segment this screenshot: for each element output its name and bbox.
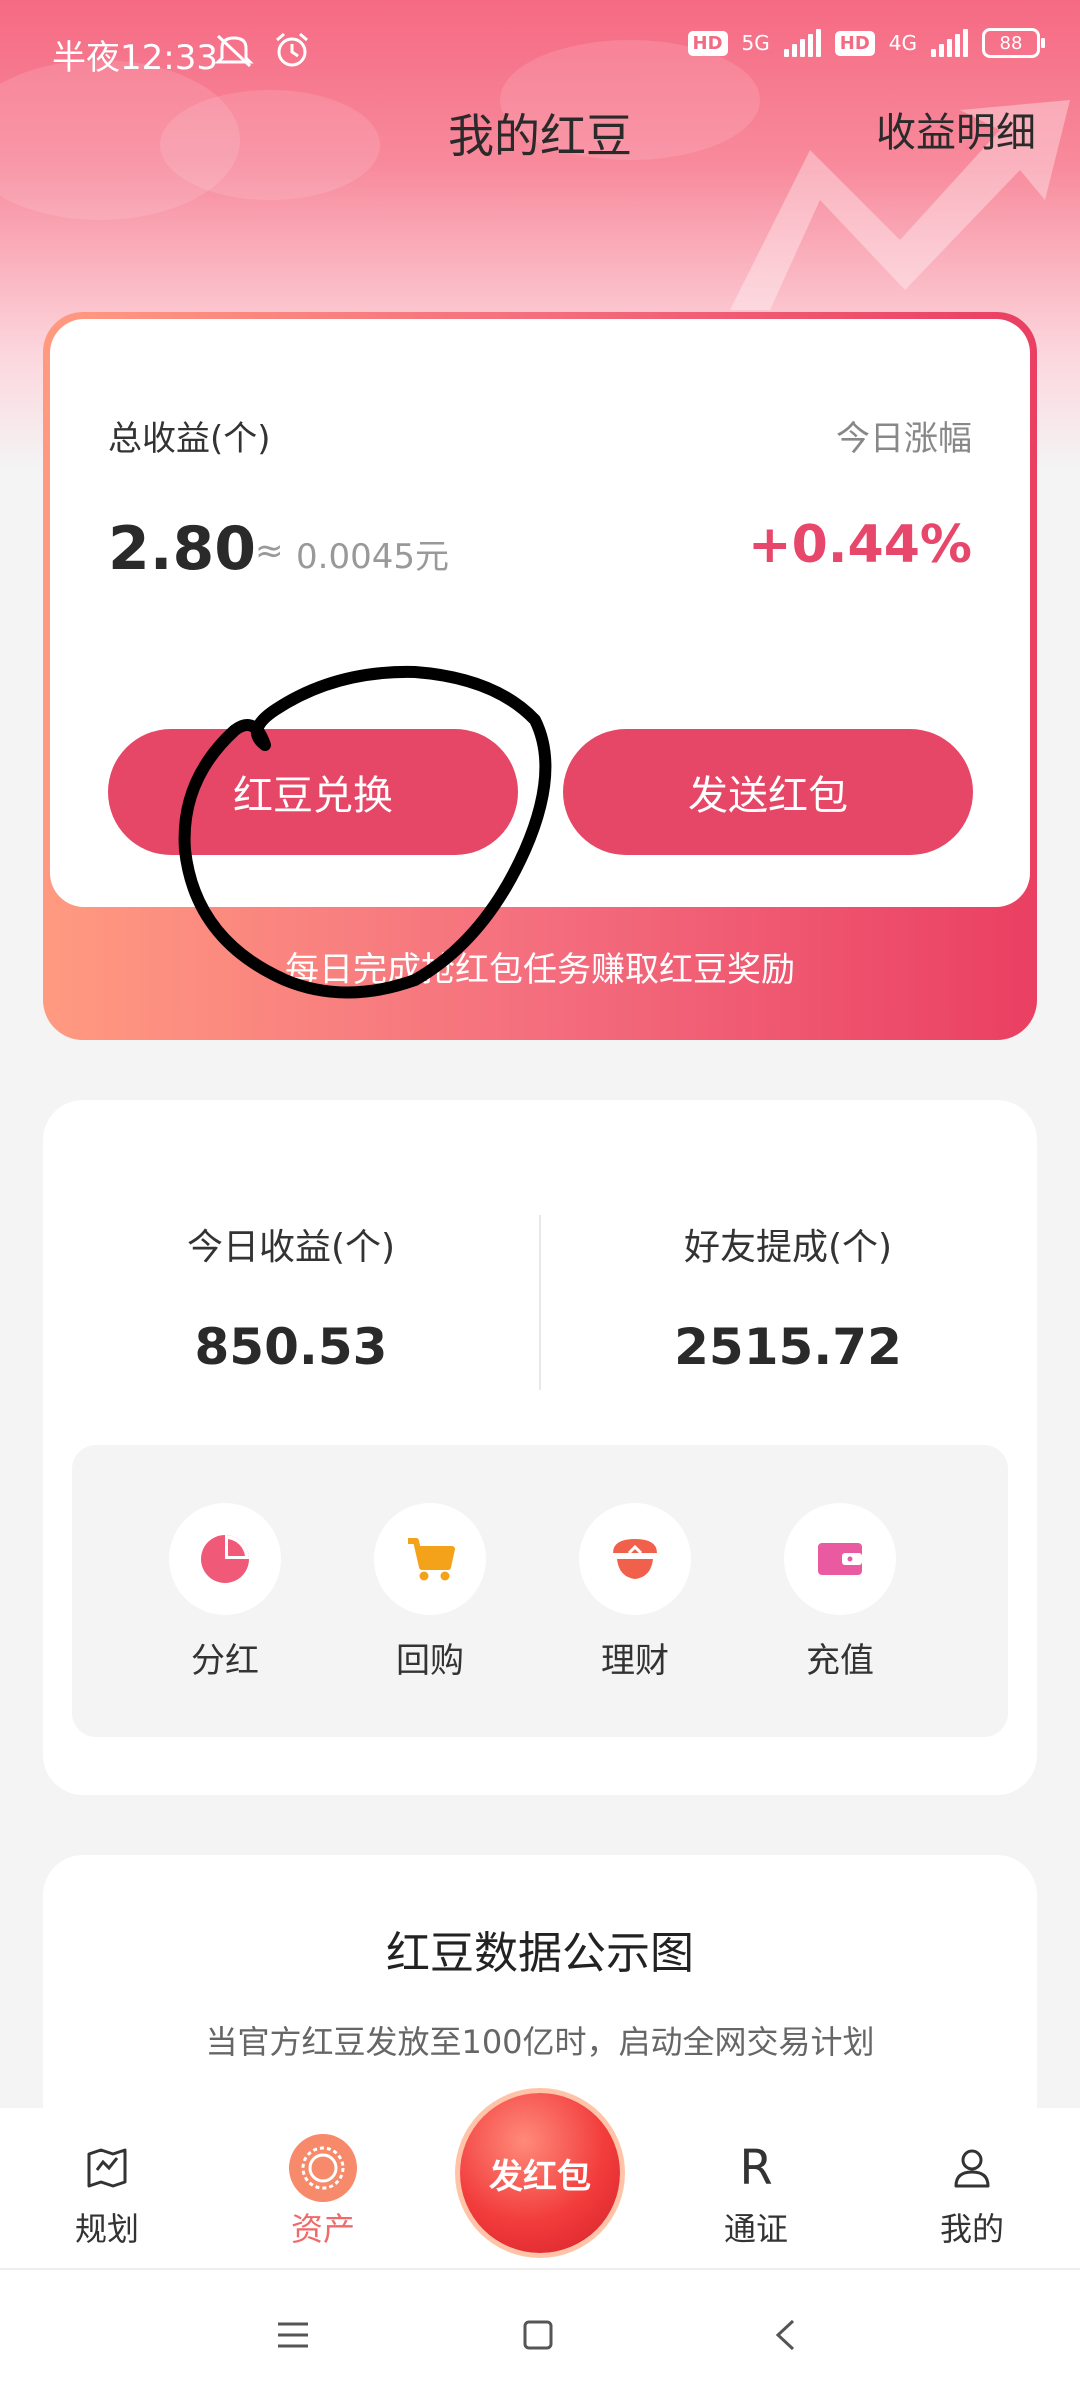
status-indicators: HD 5G HD 4G 88 (687, 28, 1045, 58)
asset-icon (263, 2134, 383, 2202)
approx-symbol: ≈ (255, 531, 284, 571)
wallet-icon (784, 1503, 896, 1615)
menu-icon[interactable] (263, 2310, 323, 2360)
today-earnings-value: 850.53 (194, 1318, 388, 1376)
send-redpacket-button[interactable]: 发送红包 (563, 729, 973, 855)
battery-icon: 88 (982, 28, 1045, 58)
hd-badge-2: HD (834, 30, 875, 56)
back-icon[interactable] (755, 2310, 815, 2360)
send-redpacket-fab[interactable]: 发红包 (460, 2093, 620, 2253)
stats-card: 今日收益(个) 850.53 好友提成(个) 2515.72 分红 回购 理财 (43, 1100, 1037, 1795)
action-label: 分红 (191, 1641, 259, 1681)
action-dividend[interactable]: 分红 (169, 1503, 281, 1682)
earnings-detail-link[interactable]: 收益明细 (876, 100, 1036, 158)
alarm-icon (272, 30, 312, 79)
friend-commission-label: 好友提成(个) (683, 1227, 893, 1268)
total-earnings-value: 2.80 (108, 514, 257, 584)
action-finance[interactable]: 理财 (579, 1503, 691, 1682)
tab-mine[interactable]: 我的 (912, 2138, 1032, 2250)
hd-badge: HD (687, 30, 728, 56)
stats-divider (539, 1215, 541, 1390)
action-label: 理财 (601, 1641, 669, 1681)
today-change-label: 今日涨幅 (836, 419, 972, 459)
status-time: 半夜12:33 (52, 38, 218, 78)
hand-drawn-circle-annotation (178, 665, 552, 999)
friend-commission-value: 2515.72 (674, 1318, 902, 1376)
action-grid: 分红 回购 理财 充值 (72, 1445, 1008, 1737)
action-buyback[interactable]: 回购 (374, 1503, 486, 1682)
signal-label-2: 4G (888, 31, 917, 55)
tab-label: 我的 (939, 2210, 1004, 2248)
mute-icon (214, 32, 254, 77)
today-change-value: +0.44% (748, 515, 972, 575)
yuan-equivalent: 0.0045元 (296, 537, 449, 577)
signal-icon-2 (931, 29, 968, 57)
action-recharge[interactable]: 充值 (784, 1503, 896, 1682)
profile-icon (912, 2138, 1032, 2198)
action-label: 回购 (396, 1641, 464, 1681)
action-label: 充值 (806, 1641, 874, 1681)
tab-label: 通证 (723, 2210, 788, 2248)
tab-plan[interactable]: 规划 (47, 2138, 167, 2250)
home-icon[interactable] (508, 2310, 568, 2360)
tab-label: 规划 (74, 2210, 139, 2248)
signal-icon (783, 29, 821, 57)
tab-token[interactable]: R 通证 (696, 2138, 816, 2250)
pie-chart-icon (169, 1503, 281, 1615)
token-r-icon: R (739, 2140, 773, 2196)
status-bar: 半夜12:33 HD 5G HD 4G 88 (0, 0, 1080, 100)
map-icon (47, 2138, 167, 2198)
system-nav-bar (0, 2270, 1080, 2400)
total-earnings-label: 总收益(个) (108, 419, 271, 459)
tab-label: 资产 (290, 2210, 355, 2248)
data-card-title: 红豆数据公示图 (386, 1928, 694, 1979)
today-earnings-label: 今日收益(个) (186, 1227, 396, 1268)
shopping-cart-icon (374, 1503, 486, 1615)
finance-icon (579, 1503, 691, 1615)
data-card-subtitle: 当官方红豆发放至100亿时，启动全网交易计划 (205, 2023, 875, 2061)
tab-assets[interactable]: 资产 (263, 2134, 383, 2250)
signal-label-1: 5G (741, 31, 770, 55)
